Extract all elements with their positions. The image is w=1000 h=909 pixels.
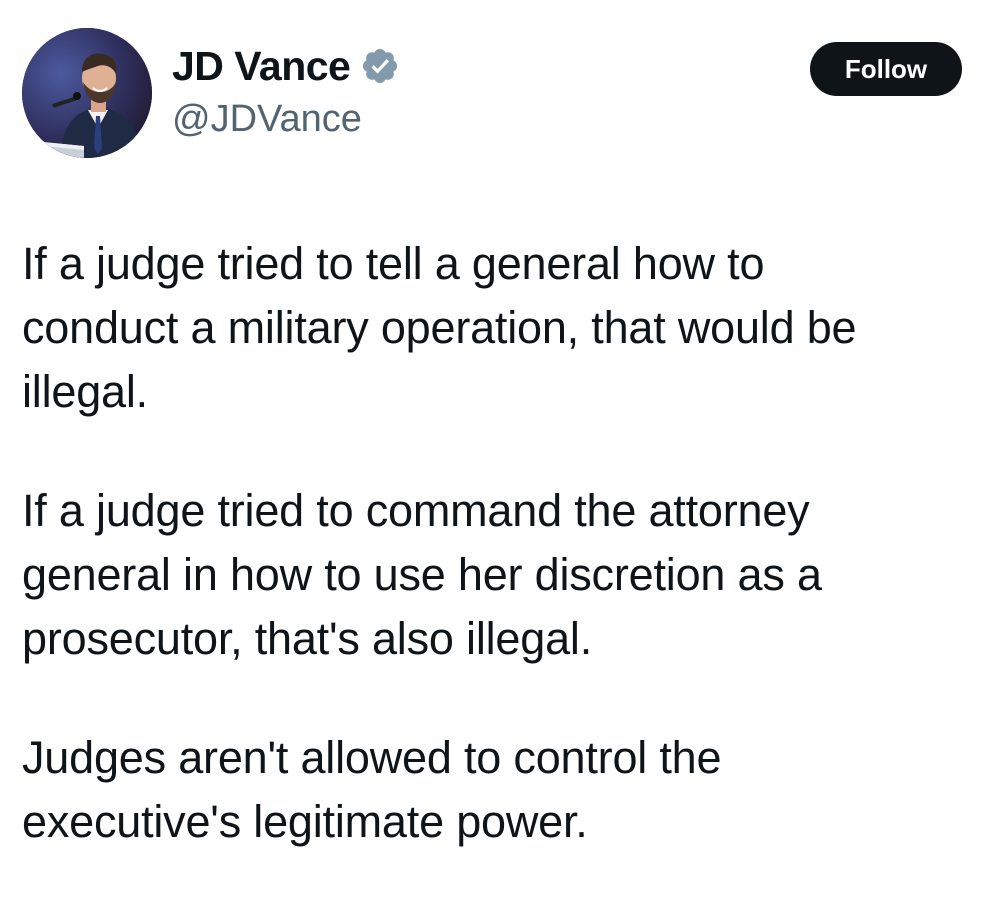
- tweet-card: JD Vance @JDVance Follow If a judge trie…: [0, 0, 1000, 897]
- display-name[interactable]: JD Vance: [172, 43, 351, 90]
- avatar[interactable]: [22, 28, 152, 158]
- tweet-body: If a judge tried to tell a general how t…: [22, 232, 972, 909]
- follow-button[interactable]: Follow: [810, 42, 962, 96]
- user-handle[interactable]: @JDVance: [172, 98, 400, 141]
- tweet-header: JD Vance @JDVance Follow: [22, 28, 962, 160]
- author-names: JD Vance @JDVance: [172, 40, 400, 141]
- verified-badge-icon[interactable]: [360, 46, 400, 86]
- tweet-paragraph: Judges aren't allowed to control the exe…: [22, 732, 722, 847]
- display-name-row: JD Vance: [172, 40, 400, 92]
- tweet-paragraph: If a judge tried to tell a general how t…: [22, 238, 857, 417]
- profile-photo-icon: [22, 28, 152, 158]
- tweet-paragraph: If a judge tried to command the attorney…: [22, 485, 822, 664]
